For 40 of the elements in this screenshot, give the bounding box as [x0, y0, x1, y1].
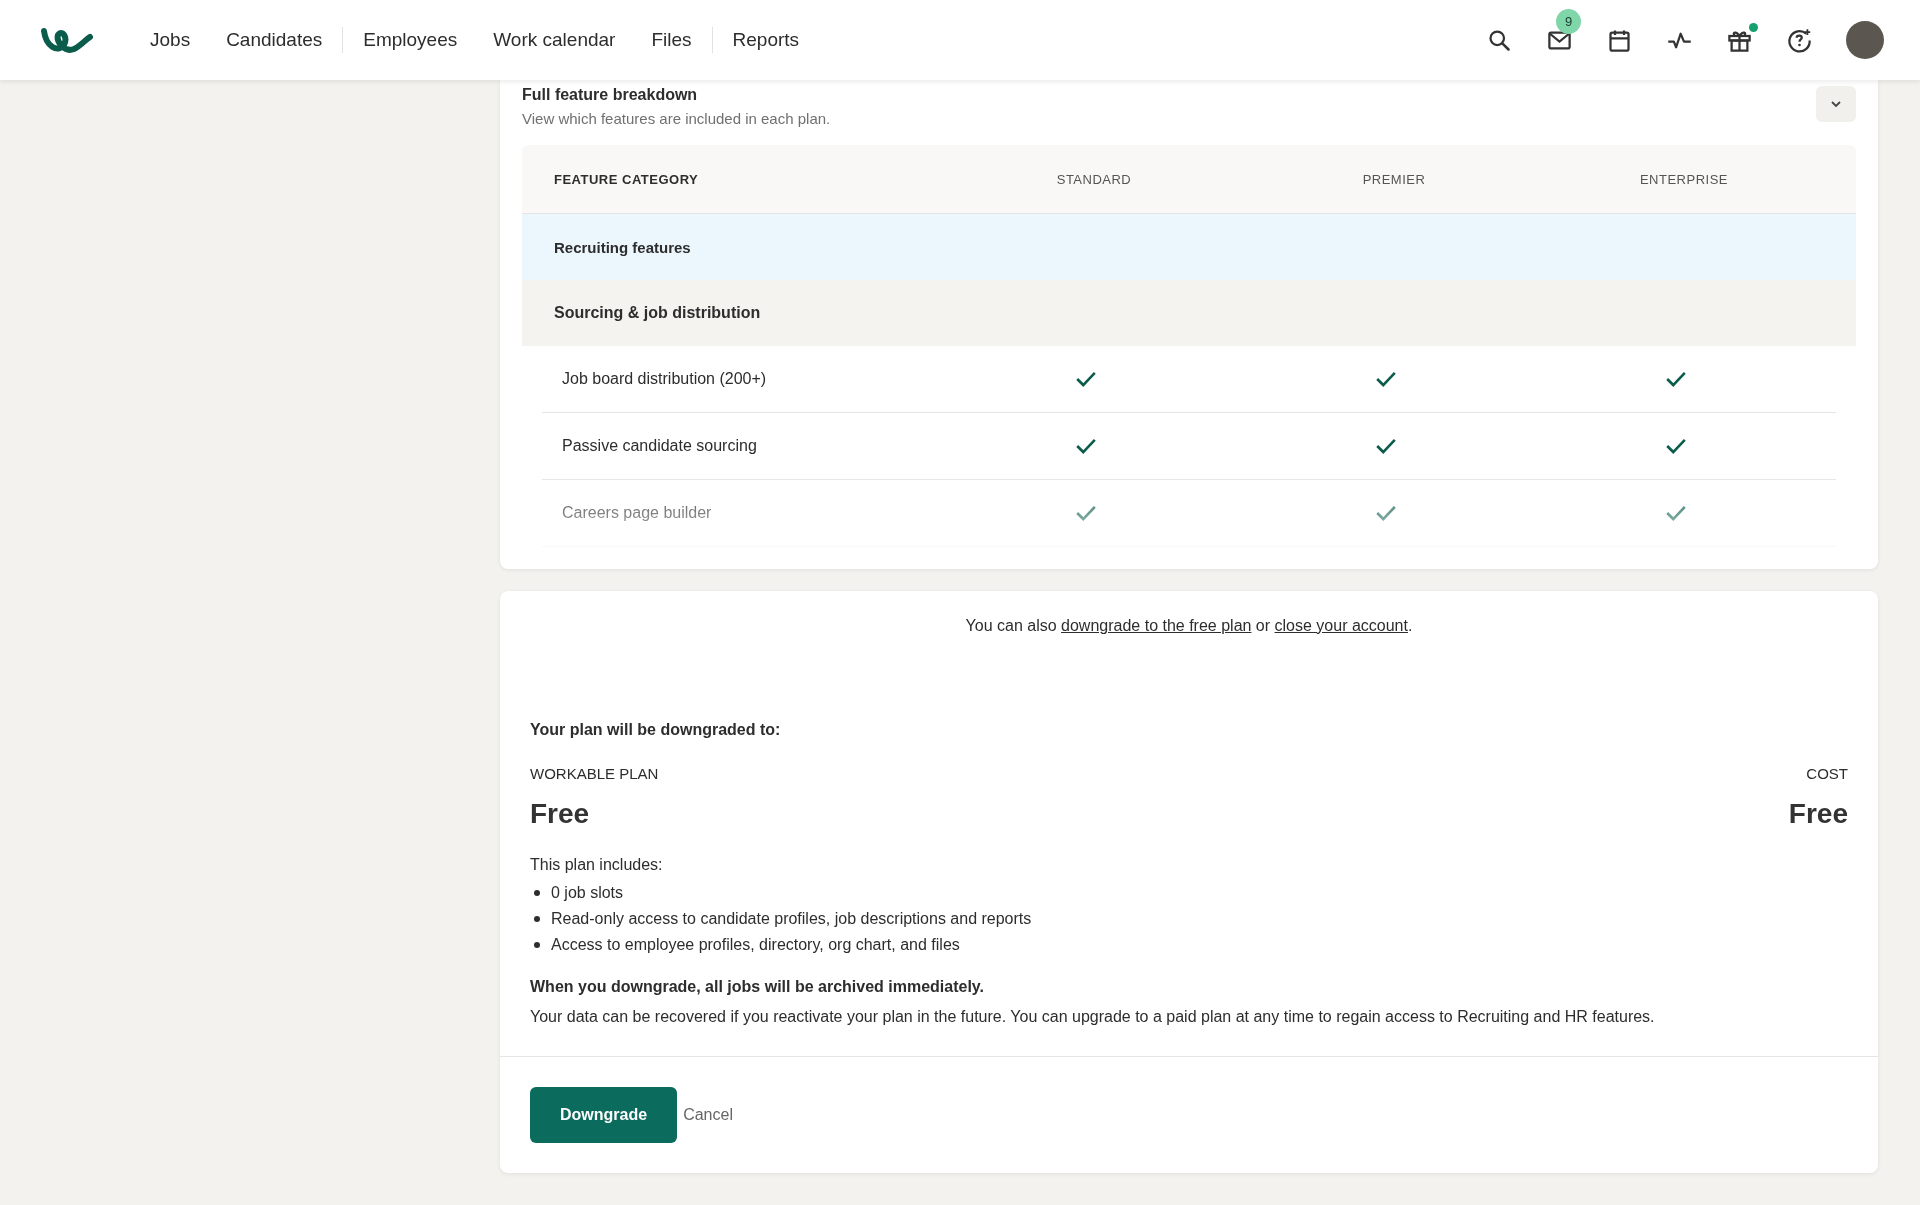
- feature-name: Passive candidate sourcing: [562, 437, 758, 455]
- warning-text: When you downgrade, all jobs will be archived immediately.: [530, 978, 986, 996]
- section-subtitle: View which features are included in each plan.: [522, 110, 831, 127]
- includes-title: This plan includes:: [530, 856, 664, 874]
- downgrade-link[interactable]: downgrade to the free plan: [1061, 617, 1252, 634]
- nav-link[interactable]: Employees: [345, 29, 476, 51]
- include-item: Access to employee profiles, directory, org chart, and files: [551, 936, 960, 954]
- cost-label: COST: [1806, 765, 1848, 782]
- feature-name: Job board distribution (200+): [562, 370, 768, 388]
- category-label: Recruiting features: [554, 238, 691, 256]
- nav-link[interactable]: Files: [633, 29, 710, 51]
- downgrade-heading: Your plan will be downgraded to:: [530, 721, 782, 739]
- close-account-link[interactable]: close your account: [1274, 617, 1408, 634]
- column-header: FEATURE CATEGORY: [554, 171, 699, 187]
- nav-link[interactable]: Jobs: [132, 29, 209, 51]
- logo-icon[interactable]: [40, 25, 96, 55]
- nav-link[interactable]: Reports: [714, 29, 818, 51]
- feature-name: Careers page builder: [562, 504, 713, 522]
- section-title: Full feature breakdown: [522, 86, 699, 104]
- downgrade-button[interactable]: Downgrade: [530, 1087, 678, 1143]
- bullet-icon: [534, 942, 540, 948]
- column-header: ENTERPRISE: [1639, 171, 1729, 187]
- column-header: STANDARD: [1056, 171, 1132, 187]
- plan-name: Free: [530, 798, 590, 830]
- avatar[interactable]: [1846, 21, 1884, 59]
- group-label: Sourcing & job distribution: [554, 304, 761, 322]
- include-item: 0 job slots: [551, 884, 624, 902]
- bullet-icon: [534, 916, 540, 922]
- plan-label: WORKABLE PLAN: [530, 765, 659, 782]
- help-icon[interactable]: [1786, 26, 1813, 54]
- nav-link[interactable]: Work calendar: [475, 29, 634, 51]
- note-text: Your data can be recovered if you reactivate your plan in the future. You can upgrade to a paid plan at any time to regain access to Recruiting and HR features.: [530, 1008, 1656, 1026]
- cancel-button[interactable]: Cancel: [677, 1106, 739, 1124]
- notification-badge: 9: [1556, 8, 1581, 34]
- nav-link[interactable]: Candidates: [208, 29, 341, 51]
- bullet-icon: [534, 890, 540, 896]
- alternative-text: You can also downgrade to the free plan or close your account.: [964, 616, 1414, 635]
- include-item: Read-only access to candidate profiles, job descriptions and reports: [551, 910, 1032, 928]
- column-header: PREMIER: [1362, 171, 1426, 187]
- cost-value: Free: [1788, 798, 1848, 830]
